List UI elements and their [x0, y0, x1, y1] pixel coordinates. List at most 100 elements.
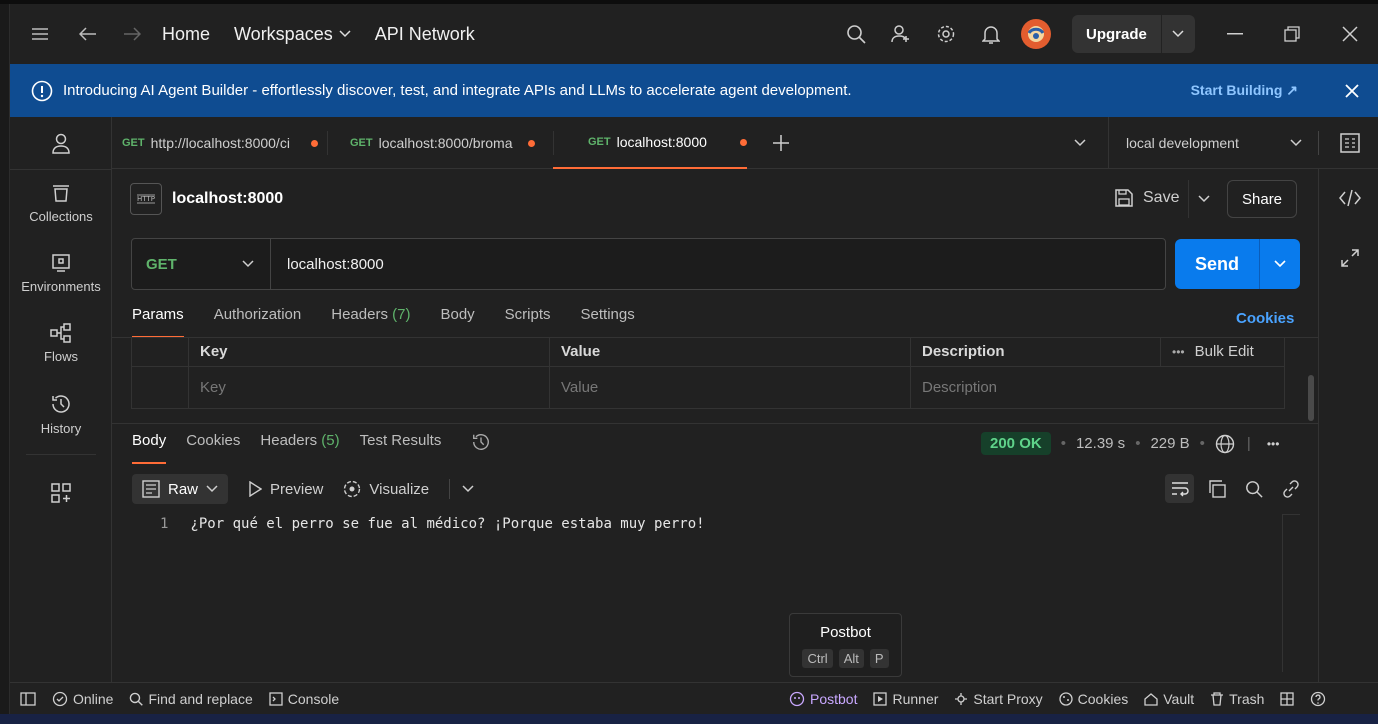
shortcut-key: P — [869, 649, 889, 668]
search-icon — [130, 692, 144, 706]
tab-params[interactable]: Params — [132, 306, 184, 338]
value-input[interactable]: Value — [550, 367, 911, 408]
tab-scripts[interactable]: Scripts — [505, 306, 551, 338]
more-options-icon[interactable]: ••• — [1172, 345, 1185, 359]
response-time[interactable]: 12.39 s — [1076, 435, 1125, 452]
layout-button[interactable] — [1280, 691, 1295, 706]
forward-arrow-icon[interactable] — [112, 14, 152, 54]
flows-icon — [50, 323, 71, 343]
trash-icon — [1211, 691, 1224, 706]
send-dropdown-button[interactable] — [1259, 239, 1300, 289]
send-button[interactable]: Send — [1175, 254, 1259, 275]
preview-button[interactable]: Preview — [248, 481, 323, 498]
back-arrow-icon[interactable] — [68, 14, 108, 54]
http-icon: HTTP — [130, 183, 162, 215]
search-response-button[interactable] — [1239, 474, 1268, 503]
chevron-down-icon — [1074, 139, 1086, 147]
tab-authorization[interactable]: Authorization — [214, 306, 302, 338]
console-button[interactable]: Console — [269, 691, 339, 707]
save-dropdown-button[interactable] — [1188, 180, 1218, 218]
restore-window-icon[interactable] — [1272, 14, 1312, 54]
new-tab-button[interactable] — [772, 134, 790, 152]
sidebar-item-configure[interactable] — [10, 483, 112, 503]
method-select[interactable]: GET — [132, 239, 271, 289]
format-raw-select[interactable]: Raw — [132, 474, 229, 504]
search-icon[interactable] — [836, 14, 876, 54]
response-headers-count: (5) — [321, 432, 340, 449]
close-window-icon[interactable] — [1330, 14, 1370, 54]
response-scrollbar-track[interactable] — [1282, 514, 1300, 672]
minimize-window-icon[interactable] — [1215, 14, 1255, 54]
status-badge[interactable]: 200 OK — [981, 432, 1051, 455]
more-options-icon[interactable]: ••• — [1267, 437, 1280, 451]
tab-body[interactable]: Body — [440, 306, 474, 338]
send-button-group: Send — [1175, 239, 1300, 289]
code-snippet-button[interactable] — [1339, 189, 1361, 207]
footer-cookies-button[interactable]: Cookies — [1059, 691, 1128, 707]
link-button[interactable] — [1276, 474, 1305, 503]
sidebar-item-label: Collections — [29, 209, 93, 224]
toggle-sidebar-button[interactable] — [20, 691, 36, 706]
find-replace-button[interactable]: Find and replace — [129, 691, 253, 707]
response-history-button[interactable] — [471, 432, 491, 462]
environment-selector[interactable]: local development — [1126, 117, 1302, 169]
url-input[interactable]: localhost:8000 — [271, 256, 384, 273]
avatar[interactable] — [1016, 14, 1056, 54]
sidebar-item-environments[interactable]: Environments — [10, 253, 112, 294]
save-button[interactable]: Save — [1115, 189, 1179, 207]
wrap-lines-icon — [1171, 481, 1189, 496]
response-size[interactable]: 229 B — [1150, 435, 1189, 452]
visualize-dropdown-button[interactable] — [449, 479, 474, 499]
runner-button[interactable]: Runner — [873, 691, 938, 707]
tab-request-3[interactable]: GET localhost:8000 — [553, 117, 747, 169]
environment-quick-look-button[interactable] — [1340, 133, 1360, 153]
bell-icon[interactable] — [971, 14, 1011, 54]
upgrade-dropdown-button[interactable] — [1160, 15, 1195, 53]
start-building-link[interactable]: Start Building ↗ — [1191, 82, 1298, 99]
globe-icon[interactable] — [1215, 434, 1235, 454]
postbot-button[interactable]: Postbot — [789, 691, 857, 707]
response-tab-headers[interactable]: Headers (5) — [260, 432, 339, 462]
tab-headers-label: Headers — [331, 306, 388, 323]
response-tab-test-results[interactable]: Test Results — [360, 432, 442, 462]
close-icon[interactable] — [1344, 83, 1360, 99]
link-icon — [1282, 479, 1299, 498]
tab-request-1[interactable]: GET http://localhost:8000/ci — [122, 117, 322, 169]
copy-button[interactable] — [1202, 474, 1231, 503]
bulk-edit-button[interactable]: Bulk Edit — [1195, 343, 1254, 360]
description-input[interactable]: Description — [911, 367, 1284, 408]
response-body-text: ¿Por qué el perro se fue al médico? ¡Por… — [190, 516, 705, 532]
response-tab-cookies[interactable]: Cookies — [186, 432, 240, 462]
request-name[interactable]: localhost:8000 — [172, 190, 283, 208]
share-button[interactable]: Share — [1227, 180, 1298, 218]
settings-gear-icon[interactable] — [926, 14, 966, 54]
trash-button[interactable]: Trash — [1210, 691, 1264, 707]
upgrade-button[interactable]: Upgrade — [1072, 15, 1161, 53]
tab-headers[interactable]: Headers (7) — [331, 306, 410, 338]
menu-icon[interactable] — [20, 14, 60, 54]
sidebar-item-flows[interactable]: Flows — [10, 323, 112, 364]
nav-api-network[interactable]: API Network — [375, 24, 475, 45]
start-proxy-button[interactable]: Start Proxy — [954, 691, 1043, 707]
request-scrollbar[interactable] — [1308, 375, 1314, 421]
response-status-bar: 200 OK • 12.39 s • 229 B • | ••• — [981, 432, 1279, 455]
sidebar-item-user[interactable] — [10, 133, 112, 155]
vault-button[interactable]: Vault — [1144, 691, 1194, 707]
help-button[interactable] — [1310, 691, 1326, 707]
response-tab-body[interactable]: Body — [132, 432, 167, 464]
cookies-link[interactable]: Cookies — [1236, 310, 1294, 327]
tab-settings[interactable]: Settings — [581, 306, 635, 338]
key-input[interactable]: Key — [189, 367, 550, 408]
tabs-overflow-button[interactable] — [1074, 139, 1086, 147]
visualize-button[interactable]: Visualize — [343, 480, 429, 498]
response-body-viewer[interactable]: 1 ¿Por qué el perro se fue al médico? ¡P… — [160, 516, 705, 532]
sidebar-item-collections[interactable]: Collections — [10, 183, 112, 224]
add-user-icon[interactable] — [881, 14, 921, 54]
tab-request-2[interactable]: GET localhost:8000/broma — [350, 117, 540, 169]
nav-workspaces[interactable]: Workspaces — [234, 24, 351, 45]
sidebar-item-history[interactable]: History — [10, 393, 112, 436]
online-status[interactable]: Online — [52, 691, 113, 707]
wrap-lines-button[interactable] — [1165, 474, 1194, 503]
expand-button[interactable] — [1341, 249, 1359, 267]
nav-home[interactable]: Home — [162, 24, 210, 45]
